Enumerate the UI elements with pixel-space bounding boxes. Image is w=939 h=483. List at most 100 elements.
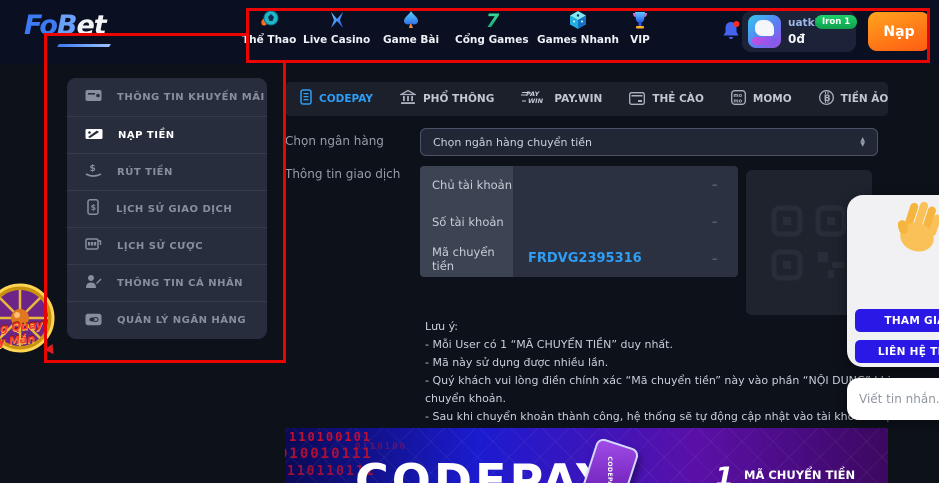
nav-label: Games Nhanh	[537, 34, 619, 46]
row-value	[513, 203, 712, 240]
sidebar-item-transaction-history[interactable]: $ LỊCH SỬ GIAO DỊCH	[67, 190, 267, 227]
nav-item-game-bai[interactable]: Game Bài	[383, 9, 439, 46]
tab-codepay[interactable]: CODEPAY	[300, 89, 373, 109]
tab-label: MOMO	[753, 93, 792, 105]
row-dash: –	[712, 240, 738, 277]
nav-item-live-casino[interactable]: Live Casino	[303, 9, 370, 46]
site-logo[interactable]: FoBet	[24, 10, 106, 41]
logo-part3: et	[77, 10, 106, 41]
sidebar-item-label: THÔNG TIN KHUYẾN MÃI	[117, 92, 265, 103]
notification-bell-icon[interactable]	[719, 19, 743, 43]
nav-label: Game Bài	[383, 34, 439, 46]
sidebar-item-promotions[interactable]: THÔNG TIN KHUYẾN MÃI	[67, 79, 267, 116]
seven-icon: 7	[481, 9, 503, 31]
deposit-notes: Lưu ý: - Mỗi User có 1 “MÃ CHUYỂN TIỀN” …	[425, 318, 905, 444]
sidebar-item-label: RÚT TIỀN	[117, 167, 173, 178]
tab-label: THẺ CÀO	[652, 93, 704, 105]
sidebar-item-profile[interactable]: THÔNG TIN CÁ NHÂN	[67, 264, 267, 301]
avatar	[748, 15, 781, 48]
transaction-info-table: Chủ tài khoản – Số tài khoản – Mã chuyển…	[420, 166, 738, 277]
notes-title: Lưu ý:	[425, 318, 905, 336]
sidebar-item-withdraw[interactable]: $ RÚT TIỀN	[67, 153, 267, 190]
spade-icon	[400, 9, 422, 31]
table-row-account-number: Số tài khoản –	[420, 203, 738, 240]
transfer-code-value[interactable]: FRDVG2395316	[513, 240, 712, 277]
annotation-rect-sidebar-bottom	[44, 360, 286, 363]
tab-tien-ao[interactable]: B TIỀN ẢO	[819, 90, 889, 109]
tab-label: PAY.WIN	[554, 93, 602, 105]
user-chip[interactable]: uatkim... 0đ Iron 1	[742, 11, 856, 52]
receipt-dollar-icon: $	[85, 199, 101, 219]
promo-wallet-icon	[85, 88, 102, 107]
tab-momo[interactable]: momo MOMO	[731, 90, 792, 109]
waving-hand-icon	[898, 200, 939, 260]
nav-item-the-thao[interactable]: Thể Thao	[242, 9, 296, 46]
momo-logo-icon: momo	[731, 90, 746, 109]
tab-the-cao[interactable]: THẺ CÀO	[629, 90, 704, 109]
trophy-icon	[629, 9, 651, 31]
logo-part1: Fo	[24, 10, 57, 41]
bank-select[interactable]: Chọn ngân hàng chuyển tiền ▲▼	[420, 128, 878, 156]
nav-item-games-nhanh[interactable]: Games Nhanh	[537, 9, 619, 46]
hand-dollar-icon: $	[85, 162, 102, 182]
tab-label: CODEPAY	[319, 93, 373, 105]
tier-badge: Iron 1	[815, 15, 857, 29]
codepay-banner[interactable]: 110100101 010010111 110110111 0110100 CO…	[285, 428, 888, 483]
note-line: - Mỗi User có 1 “MÃ CHUYỂN TIỀN” duy nhấ…	[425, 336, 905, 354]
sidebar-item-bet-history[interactable]: LỊCH SỬ CƯỢC	[67, 227, 267, 264]
svg-text:B: B	[823, 93, 830, 103]
svg-text:7: 7	[486, 10, 500, 31]
row-value	[513, 166, 712, 203]
join-button[interactable]: THAM GIA	[855, 309, 939, 332]
table-row-transfer-code: Mã chuyển tiền FRDVG2395316 –	[420, 240, 738, 277]
note-line: - Quý khách vui lòng điền chính xác “Mã …	[425, 372, 905, 408]
logo-part2: B	[57, 10, 77, 41]
note-line: - Mã này sử dụng được nhiều lần.	[425, 354, 905, 372]
row-label: Số tài khoản	[420, 203, 513, 240]
nav-label: VIP	[630, 34, 650, 46]
chat-message-input[interactable]: Viết tin nhắn...	[847, 378, 939, 420]
sidebar-item-label: LỊCH SỬ CƯỢC	[117, 241, 203, 252]
chat-input-placeholder: Viết tin nhắn...	[859, 392, 939, 406]
logo-swoosh	[57, 44, 111, 47]
row-label: Chủ tài khoản	[420, 166, 513, 203]
sidebar-item-deposit[interactable]: NẠP TIỀN	[67, 116, 267, 153]
sidebar-item-label: QUẢN LÝ NGÂN HÀNG	[117, 315, 246, 326]
bank-select-label: Chọn ngân hàng	[285, 134, 384, 148]
transaction-info-label: Thông tin giao dịch	[285, 167, 400, 181]
banner-number-one: 1	[715, 462, 734, 483]
sidebar-item-label: THÔNG TIN CÁ NHÂN	[117, 278, 243, 289]
dice-icon	[567, 9, 589, 31]
header: FoBet Thể Thao Live Casino Game Bài 7	[0, 0, 939, 64]
casino-icon	[326, 9, 348, 31]
nav-label: Live Casino	[303, 34, 370, 46]
nav-item-vip[interactable]: VIP	[629, 9, 651, 46]
svg-text:$: $	[90, 164, 96, 174]
svg-text:mo: mo	[733, 98, 742, 104]
tab-pho-thong[interactable]: PHỔ THÔNG	[400, 90, 494, 109]
tab-paywin[interactable]: PAYWIN PAY.WIN	[521, 89, 602, 109]
row-dash: –	[712, 166, 738, 203]
bank-building-icon	[400, 90, 416, 109]
binary-decoration: 0110100	[355, 442, 407, 452]
contact-telegram-button[interactable]: LIÊN HỆ TEL	[855, 340, 939, 363]
bank-select-value: Chọn ngân hàng chuyển tiền	[433, 136, 860, 149]
row-dash: –	[712, 203, 738, 240]
tab-label: PHỔ THÔNG	[423, 93, 494, 105]
bitcoin-icon: B	[819, 90, 834, 109]
codepay-phone-icon	[300, 89, 312, 109]
deposit-button[interactable]: Nạp	[868, 12, 930, 51]
app-root: FoBet Thể Thao Live Casino Game Bài 7	[0, 0, 939, 483]
sidebar-item-bank-management[interactable]: QUẢN LÝ NGÂN HÀNG	[67, 301, 267, 338]
sidebar-item-label: NẠP TIỀN	[118, 130, 175, 141]
sports-ball-icon	[258, 9, 280, 31]
nav-item-cong-games[interactable]: 7 Cổng Games	[455, 9, 529, 46]
person-edit-icon	[85, 274, 102, 293]
table-row-account-holder: Chủ tài khoản –	[420, 166, 738, 203]
nav-label: Thể Thao	[242, 34, 296, 46]
select-arrows-icon: ▲▼	[860, 137, 865, 147]
svg-text:$: $	[91, 203, 97, 212]
tab-label: TIỀN ẢO	[841, 93, 889, 105]
bank-card-icon	[85, 311, 102, 330]
scratch-card-icon	[629, 90, 645, 109]
